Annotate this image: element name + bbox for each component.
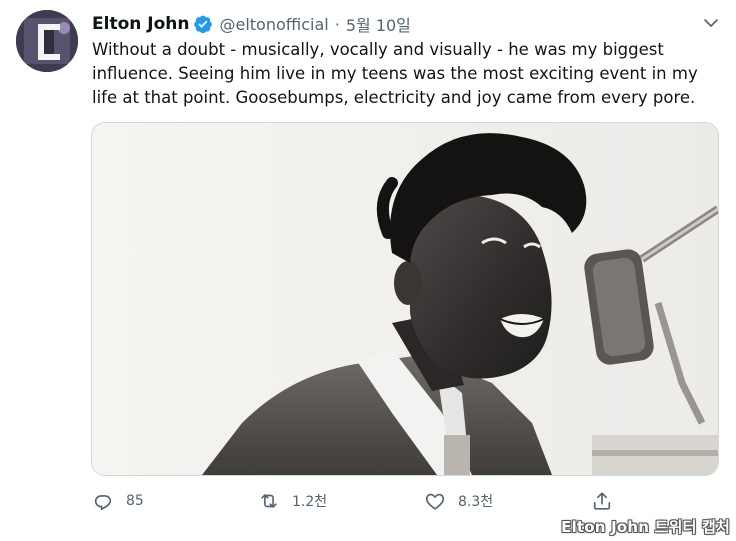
tweet-photo — [92, 123, 718, 475]
share-button[interactable] — [591, 486, 625, 516]
tweet-actions: 85 1.2천 8.3천 — [88, 486, 628, 516]
share-icon — [593, 492, 611, 510]
tweet-text: Without a doubt - musically, vocally and… — [92, 40, 698, 107]
avatar-image — [16, 10, 78, 72]
tweet-date[interactable]: 5월 10일 — [346, 12, 411, 36]
heart-icon — [425, 493, 445, 510]
retweet-icon — [261, 494, 277, 508]
chevron-down-icon[interactable] — [702, 14, 720, 32]
reply-count: 85 — [126, 493, 144, 509]
retweet-count: 1.2천 — [292, 494, 328, 510]
tweet-header: Elton John @eltonofficial · 5월 10일 — [92, 12, 411, 36]
like-button[interactable]: 8.3천 — [424, 486, 493, 516]
tweet-media[interactable] — [91, 122, 719, 476]
retweet-button[interactable]: 1.2천 — [258, 486, 327, 516]
reply-icon — [94, 495, 112, 511]
verified-badge-icon — [194, 15, 213, 34]
source-caption: Elton John 트위터 캡처 — [561, 518, 730, 536]
author-name[interactable]: Elton John — [92, 14, 189, 34]
author-handle[interactable]: @eltonofficial — [219, 15, 328, 34]
separator-dot: · — [334, 14, 340, 34]
like-count: 8.3천 — [458, 494, 494, 510]
reply-button[interactable]: 85 — [92, 486, 144, 516]
avatar[interactable] — [16, 10, 78, 72]
